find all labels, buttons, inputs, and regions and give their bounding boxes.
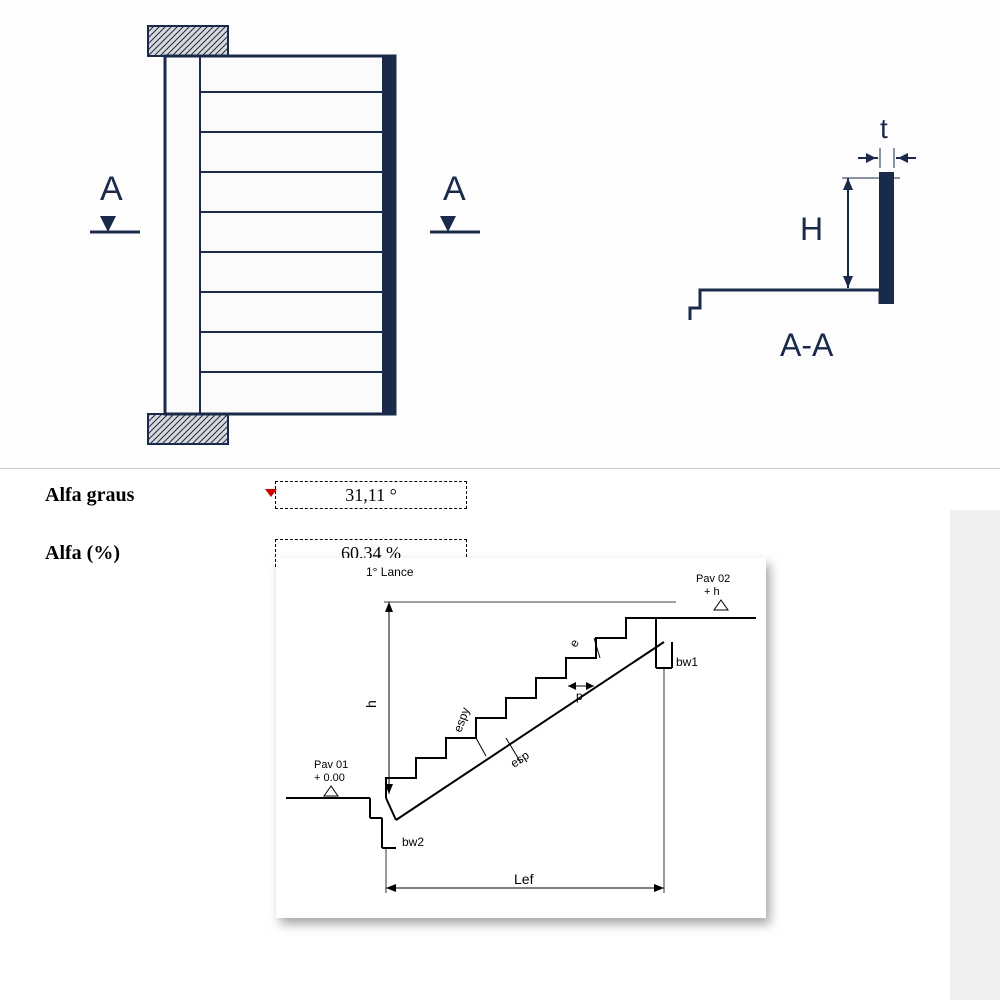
bottom-diagram: 1° Lance Pav 01 + 0.00 Pav 02 + h bw2 — [276, 558, 766, 918]
row-alfa-graus: Alfa graus 31,11 ° — [45, 475, 1000, 515]
top-diagram: A A H — [0, 0, 1000, 469]
dim-bw2: bw2 — [402, 835, 424, 849]
bottom-diagram-svg: 1° Lance Pav 01 + 0.00 Pav 02 + h bw2 — [276, 558, 766, 918]
diagram-title: 1° Lance — [366, 565, 414, 579]
top-diagram-svg: A A H — [0, 0, 1000, 468]
dim-H-label: H — [800, 211, 823, 247]
label-alfa-pct: Alfa (%) — [45, 542, 275, 565]
pav02-level: + h — [704, 586, 720, 598]
label-alfa-graus: Alfa graus — [45, 484, 275, 507]
section-label: A-A — [780, 327, 834, 363]
dim-espy: espy — [451, 705, 473, 734]
dim-p: p — [576, 689, 583, 703]
section-detail: H t A-A — [690, 113, 916, 363]
pav01-level: + 0.00 — [314, 772, 345, 784]
dim-h: h — [363, 700, 379, 708]
page: A A H — [0, 0, 1000, 1000]
dim-e: e — [566, 636, 582, 649]
dim-lef: Lef — [514, 871, 534, 887]
right-margin — [950, 510, 1000, 1000]
section-marker-left: A — [100, 170, 123, 208]
dim-esp: esp — [508, 748, 532, 771]
pav02-label: Pav 02 — [696, 573, 730, 585]
dim-t-label: t — [880, 113, 888, 144]
section-marker-right: A — [443, 170, 466, 208]
dim-bw1: bw1 — [676, 655, 698, 669]
pav01-label: Pav 01 — [314, 759, 348, 771]
value-alfa-graus[interactable]: 31,11 ° — [275, 481, 467, 509]
